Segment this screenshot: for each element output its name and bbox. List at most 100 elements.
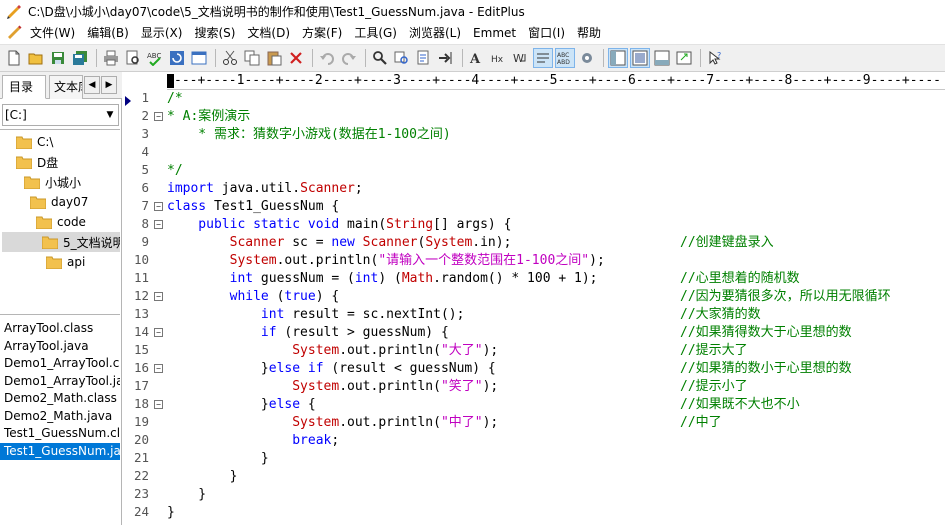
find-icon[interactable] (370, 48, 390, 68)
toolbar-separator (96, 49, 97, 67)
column-select-icon[interactable]: ABC ABD (555, 48, 575, 68)
code-comment: //因为要猜很多次，所以用无限循环 (680, 289, 891, 304)
code-text: .in); (472, 235, 512, 250)
code-comment: //心里想着的随机数 (680, 271, 800, 286)
line-number: 10 (133, 252, 149, 267)
svg-text:ABC: ABC (557, 52, 569, 59)
code-line: }else { (167, 396, 316, 414)
code-comment: //创建键盘录入 (680, 235, 774, 250)
code-text: ; (331, 433, 340, 448)
menu-tools[interactable]: 工具(G) (348, 23, 403, 43)
code-line: import java.util.Scanner; (167, 180, 363, 198)
code-keyword: else (268, 397, 301, 412)
dir-item-selected[interactable]: 5_文档说明书的制作和使用 (2, 232, 120, 252)
code-class: System (425, 235, 473, 250)
hex-view-icon[interactable]: Hx (489, 48, 509, 68)
chevron-down-icon[interactable]: ▼ (102, 105, 118, 125)
toolbar-separator (462, 49, 463, 67)
fold-toggle-icon[interactable]: − (154, 364, 163, 373)
file-item[interactable]: Demo2_Math.java (0, 408, 120, 426)
directory-window-icon[interactable] (608, 48, 628, 68)
code-comment: /* (167, 91, 183, 106)
menu-emmet[interactable]: Emmet (467, 23, 522, 43)
spellcheck-icon[interactable]: ABC (145, 48, 165, 68)
cliptext-window-icon[interactable] (630, 48, 650, 68)
menu-window[interactable]: 窗口(I) (522, 23, 571, 43)
tab-directory[interactable]: 目录 (2, 75, 46, 99)
folder-icon (16, 156, 32, 169)
line-number: 14 (133, 324, 149, 339)
file-item[interactable]: Test1_GuessNum.class (0, 425, 120, 443)
fold-toggle-icon[interactable]: − (154, 292, 163, 301)
menu-edit[interactable]: 编辑(B) (81, 23, 135, 43)
file-item[interactable]: Demo2_Math.class (0, 390, 120, 408)
file-item[interactable]: Demo1_ArrayTool.class (0, 355, 120, 373)
dir-item[interactable]: 小城小 (24, 172, 81, 192)
save-icon[interactable] (48, 48, 68, 68)
dir-item[interactable]: day07 (30, 192, 88, 212)
code-line: class Test1_GuessNum { (167, 198, 339, 216)
tab-cliptext[interactable]: 文本库 (49, 75, 83, 99)
fold-toggle-icon[interactable]: − (154, 400, 163, 409)
file-list: ArrayTool.class ArrayTool.java Demo1_Arr… (0, 320, 120, 525)
file-item[interactable]: ArrayTool.java (0, 338, 120, 356)
code-keyword: break (167, 433, 332, 448)
menu-file[interactable]: 文件(W) (24, 23, 81, 43)
undo-icon[interactable] (317, 48, 337, 68)
help-pointer-icon[interactable]: ? (705, 48, 725, 68)
pencil-icon[interactable] (4, 23, 24, 43)
drive-select[interactable]: [C:] ▼ (2, 104, 119, 126)
code-editor[interactable]: ---+----1----+----2----+----3----+----4-… (123, 72, 945, 525)
code-class: System (167, 343, 340, 358)
fold-toggle-icon[interactable]: − (154, 328, 163, 337)
dir-item[interactable]: D盘 (16, 152, 58, 172)
dir-item[interactable]: code (36, 212, 86, 232)
fold-toggle-icon[interactable]: − (154, 112, 163, 121)
output-window-icon[interactable] (652, 48, 672, 68)
code-class: Scanner (354, 235, 418, 250)
code-text: ; (354, 181, 363, 196)
fullscreen-icon[interactable] (674, 48, 694, 68)
save-all-icon[interactable] (70, 48, 90, 68)
menu-document[interactable]: 文档(D) (241, 23, 296, 43)
dir-item[interactable]: api (46, 252, 85, 272)
tab-scroll-left-icon[interactable]: ◀ (84, 76, 100, 94)
line-number-icon[interactable] (533, 48, 553, 68)
new-file-icon[interactable] (4, 48, 24, 68)
copy-icon[interactable] (242, 48, 262, 68)
editplus-icon (7, 5, 21, 19)
print-preview-icon[interactable] (123, 48, 143, 68)
browser-preview-icon[interactable] (189, 48, 209, 68)
file-item[interactable]: Demo1_ArrayTool.java (0, 373, 120, 391)
menu-view[interactable]: 显示(X) (135, 23, 189, 43)
fold-toggle-icon[interactable]: − (154, 220, 163, 229)
goto-line-icon[interactable] (436, 48, 456, 68)
file-item[interactable]: ArrayTool.class (0, 320, 120, 338)
html-tag-icon[interactable]: A (467, 48, 487, 68)
toolbar-separator (215, 49, 216, 67)
refresh-icon[interactable] (167, 48, 187, 68)
file-item-selected[interactable]: Test1_GuessNum.java (0, 442, 120, 460)
menu-search[interactable]: 搜索(S) (188, 23, 241, 43)
menu-project[interactable]: 方案(F) (296, 23, 348, 43)
paste-icon[interactable] (264, 48, 284, 68)
cut-icon[interactable] (220, 48, 240, 68)
word-wrap-icon[interactable]: W (511, 48, 531, 68)
fold-toggle-icon[interactable]: − (154, 202, 163, 211)
find-in-files-icon[interactable] (414, 48, 434, 68)
redo-icon[interactable] (339, 48, 359, 68)
replace-icon[interactable] (392, 48, 412, 68)
code-area[interactable]: /* * A:案例演示 * 需求：猜数字小游戏(数据在1-100之间) */ i… (167, 90, 945, 525)
code-text: ) ( (378, 271, 402, 286)
settings-icon[interactable] (577, 48, 597, 68)
print-icon[interactable] (101, 48, 121, 68)
code-text: java.util. (213, 181, 301, 196)
code-text: } (167, 451, 269, 466)
toolbar-separator (603, 49, 604, 67)
open-folder-icon[interactable] (26, 48, 46, 68)
menu-help[interactable]: 帮助 (571, 23, 607, 43)
tab-scroll-right-icon[interactable]: ▶ (101, 76, 117, 94)
dir-item[interactable]: C:\ (16, 132, 53, 152)
menu-browser[interactable]: 浏览器(L) (403, 23, 467, 43)
delete-icon[interactable] (286, 48, 306, 68)
